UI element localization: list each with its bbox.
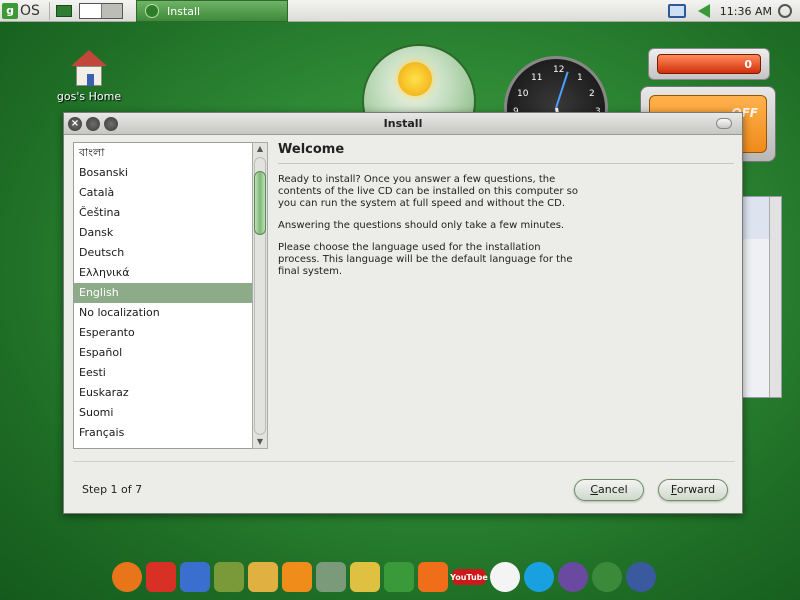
welcome-heading: Welcome [278,142,345,157]
scrollbar-thumb[interactable] [254,171,266,235]
language-list-item[interactable]: No localization [74,303,266,323]
clock-minute-hand [555,71,569,109]
rss-icon[interactable] [282,562,312,592]
cancel-button[interactable]: Cancel [574,479,644,501]
window-title: Install [383,117,423,130]
language-list-item[interactable]: English [74,283,266,303]
cancel-button-label: Cancel [590,483,628,496]
openoffice-calc-icon[interactable] [592,562,622,592]
sun-icon [398,62,432,96]
language-list-item[interactable]: Suomi [74,403,266,423]
network-icon[interactable] [667,4,686,18]
calendar-icon[interactable] [180,562,210,592]
language-list-item[interactable]: Euskaraz [74,383,266,403]
language-list-scrollbar[interactable]: ▲ ▼ [252,142,268,449]
scroll-up-arrow-icon[interactable]: ▲ [253,143,267,155]
youtube-icon[interactable]: YouTube [450,569,488,585]
calendar-widget[interactable] [742,196,782,398]
gmail-icon[interactable] [146,562,176,592]
openoffice-impress-icon[interactable] [626,562,656,592]
language-list[interactable]: বাংলা Bosanski Català Čeština Dansk Deutsch Ελ… [73,142,267,449]
window-titlebar[interactable]: × Install [64,113,742,135]
show-desktop-icon[interactable] [56,4,72,17]
language-list-item[interactable]: Català [74,183,266,203]
panel-clock[interactable]: 11:36 AM [720,5,772,18]
clock-number: 1 [577,73,583,83]
gos-logo-text: OS [20,2,40,19]
top-panel: g OS Install 11:36 AM [0,0,800,22]
news-icon[interactable] [316,562,346,592]
install-window: × Install বাংলা Bosanski Català Čeština Dans… [63,112,743,514]
panel-separator [49,1,50,20]
clock-number: 12 [553,65,565,75]
battery-widget[interactable]: 0 [648,48,770,80]
home-folder-label: gos's Home [56,90,122,103]
roll-up-icon[interactable] [716,118,732,129]
forward-button-label: Forward [670,483,716,496]
clock-number: 11 [531,73,543,83]
minimize-icon[interactable] [86,116,100,131]
language-list-item[interactable]: Eesti [74,363,266,383]
language-list-item[interactable]: Deutsch [74,243,266,263]
system-tray: 11:36 AM [667,0,800,22]
language-list-item[interactable]: Bosanski [74,163,266,183]
battery-level-bar: 0 [657,54,761,74]
installer-icon [145,4,159,18]
language-list-item[interactable]: Čeština [74,203,266,223]
step-indicator: Step 1 of 7 [82,483,143,496]
home-folder-desktop-icon[interactable]: gos's Home [56,50,122,103]
gos-menu-button[interactable]: g OS [0,0,46,22]
spreadsheet-icon[interactable] [214,562,244,592]
firefox-icon[interactable] [112,562,142,592]
home-icon [71,50,107,86]
calendar-scrollbar[interactable] [769,197,781,397]
heading-separator [278,163,734,164]
power-icon[interactable] [778,4,792,18]
skype-icon[interactable] [524,562,554,592]
notes-icon[interactable] [248,562,278,592]
forward-button[interactable]: Forward [658,479,728,501]
clock-number: 10 [517,89,529,99]
scroll-down-arrow-icon[interactable]: ▼ [253,436,267,448]
language-list-item[interactable]: Ελληνικά [74,263,266,283]
application-dock: YouTube [112,560,656,594]
taskbar-item-install[interactable]: Install [136,0,288,22]
maximize-icon[interactable] [104,116,118,131]
welcome-paragraph-1: Ready to install? Once you answer a few … [278,174,578,209]
photo-icon[interactable] [384,562,414,592]
blogger-icon[interactable] [418,562,448,592]
welcome-paragraph-2: Answering the questions should only take… [278,220,565,231]
language-list-item[interactable]: Español [74,343,266,363]
footer-separator [73,461,735,462]
gos-logo-icon: g [2,2,18,19]
welcome-pane: Welcome Ready to install? Once you answe… [272,142,740,449]
chat-icon[interactable] [490,562,520,592]
battery-value: 0 [744,57,752,71]
clock-number: 2 [589,89,595,99]
openoffice-writer-icon[interactable] [558,562,588,592]
language-list-item[interactable]: Français [74,423,266,443]
shopping-bag-icon[interactable] [350,562,380,592]
language-list-item[interactable]: Dansk [74,223,266,243]
youtube-label: YouTube [450,572,488,582]
language-list-item[interactable]: বাংলা [74,143,266,163]
close-icon[interactable]: × [68,116,82,131]
welcome-paragraph-3: Please choose the language used for the … [278,242,573,277]
language-list-item[interactable]: Esperanto [74,323,266,343]
workspace-switcher[interactable] [79,2,123,19]
volume-icon[interactable] [697,4,710,18]
taskbar-item-label: Install [167,4,201,18]
